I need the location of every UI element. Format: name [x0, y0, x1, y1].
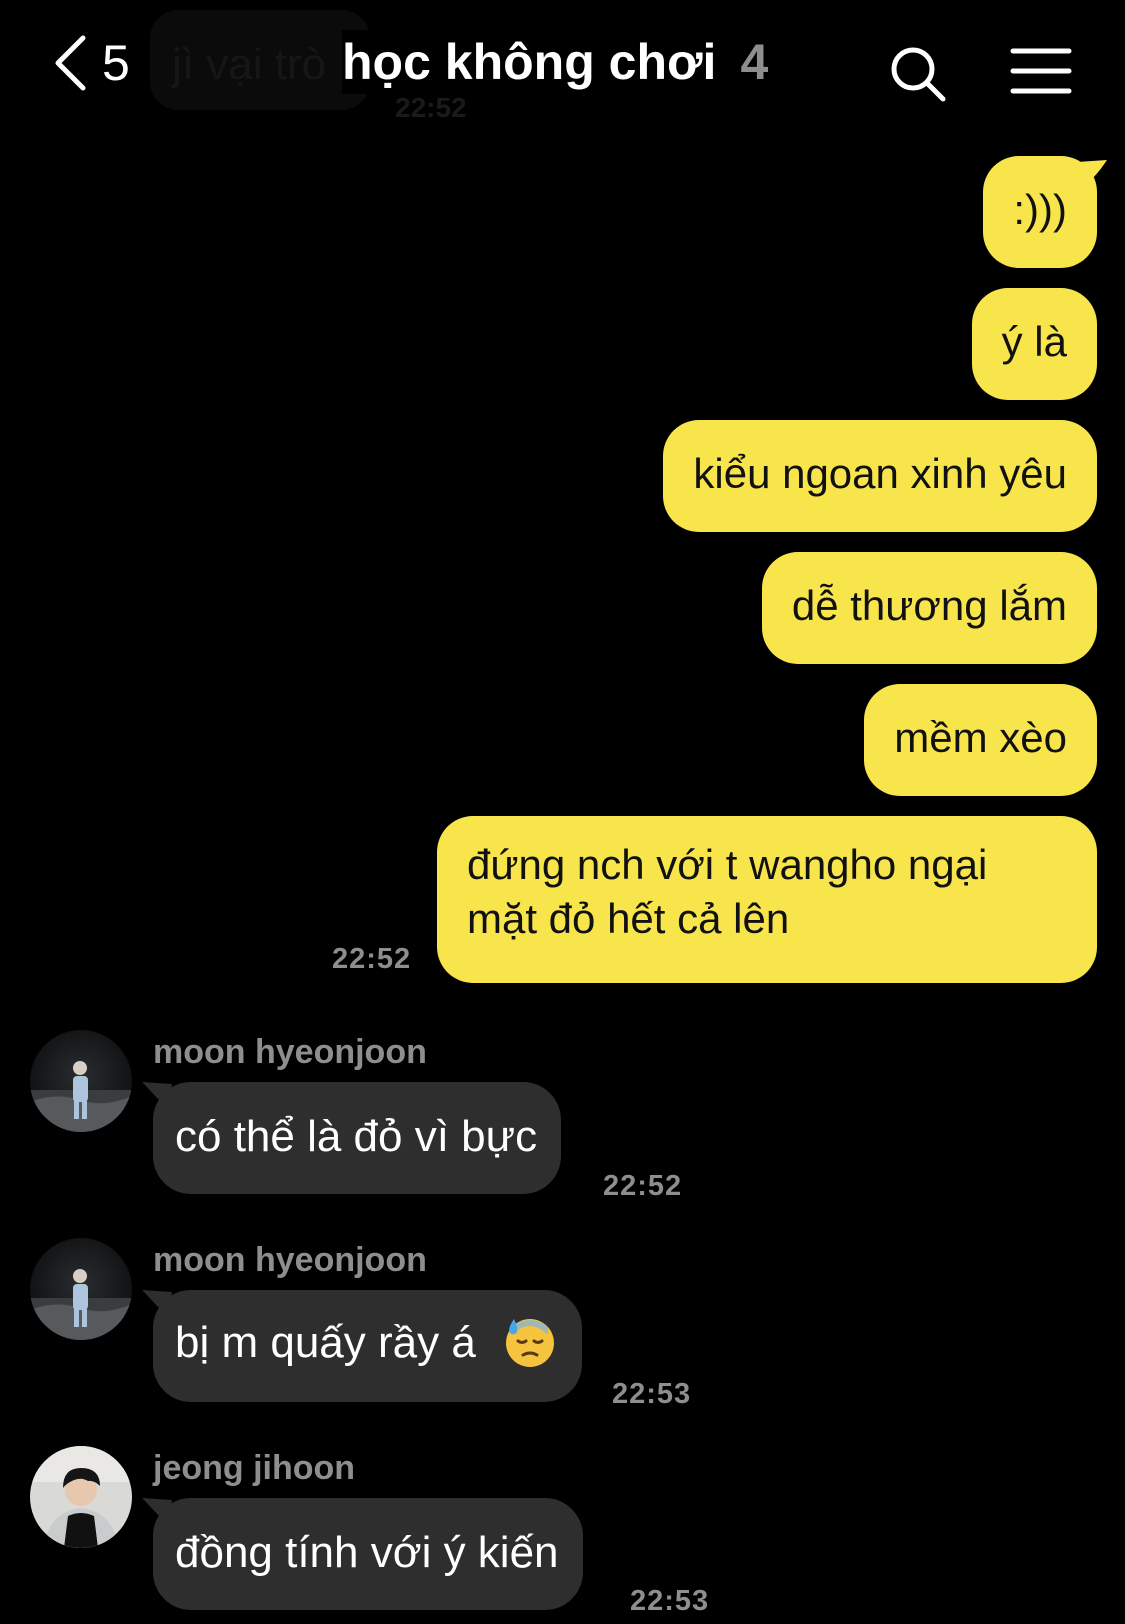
sender-name: moon hyeonjoon — [153, 1033, 427, 1071]
message-time: 22:53 — [630, 1585, 710, 1617]
avatar-photo-icon — [30, 1446, 132, 1548]
chevron-left-icon — [55, 35, 86, 91]
preview-text: jì vại trò — [172, 40, 327, 89]
sender-name: jeong jihoon — [153, 1449, 356, 1487]
incoming-message[interactable]: có thể là đỏ vì bực — [153, 1082, 562, 1194]
chat-title: học không chơi — [342, 34, 717, 90]
message-time: 22:52 — [332, 943, 412, 975]
incoming-message[interactable]: bị m quấy rầy á — [153, 1290, 583, 1402]
menu-button[interactable] — [1010, 46, 1072, 96]
message-text: bị m quấy rầy á — [175, 1318, 476, 1367]
chat-header: jì vại trò 22:52 5 học không chơi 4 — [0, 0, 1125, 130]
incoming-message[interactable]: đồng tính với ý kiến — [153, 1498, 583, 1610]
search-icon — [891, 47, 946, 102]
outgoing-message[interactable]: :))) — [983, 156, 1097, 268]
message-time: 22:53 — [612, 1378, 692, 1410]
message-text-line: đứng nch với t wangho ngại — [467, 841, 988, 888]
back-button[interactable]: 5 — [52, 28, 130, 98]
message-time: 22:52 — [603, 1170, 683, 1202]
outgoing-message[interactable]: mềm xèo — [864, 684, 1097, 796]
search-button[interactable] — [888, 44, 948, 104]
message-text: kiểu ngoan xinh yêu — [693, 450, 1067, 497]
outgoing-message[interactable]: kiểu ngoan xinh yêu — [663, 420, 1097, 532]
downcast-face-with-sweat-icon — [506, 1319, 555, 1368]
scrolled-message-preview: jì vại trò — [150, 10, 370, 110]
message-text: dễ thương lắm — [791, 582, 1067, 629]
message-text: mềm xèo — [894, 714, 1067, 761]
preview-time: 22:52 — [395, 92, 467, 123]
unread-count: 5 — [102, 35, 130, 91]
outgoing-message[interactable]: dễ thương lắm — [761, 552, 1097, 664]
avatar[interactable] — [30, 1238, 132, 1340]
chat-title-bar[interactable]: học không chơi 4 — [342, 30, 775, 94]
avatar[interactable] — [30, 1030, 132, 1132]
member-count: 4 — [740, 34, 769, 90]
outgoing-message[interactable]: ý là — [971, 288, 1097, 400]
avatar-photo-icon — [30, 1238, 132, 1340]
menu-icon — [1010, 48, 1072, 94]
message-text: :))) — [1013, 186, 1067, 233]
sender-name: moon hyeonjoon — [153, 1241, 427, 1279]
avatar[interactable] — [30, 1446, 132, 1548]
outgoing-message[interactable]: đứng nch với t wangho ngại mặt đỏ hết cả… — [437, 816, 1097, 983]
message-text: có thể là đỏ vì bực — [175, 1112, 538, 1161]
avatar-photo-icon — [30, 1030, 132, 1132]
message-text: đồng tính với ý kiến — [175, 1528, 559, 1577]
message-text-line: mặt đỏ hết cả lên — [467, 895, 790, 942]
message-text: ý là — [1001, 318, 1067, 365]
